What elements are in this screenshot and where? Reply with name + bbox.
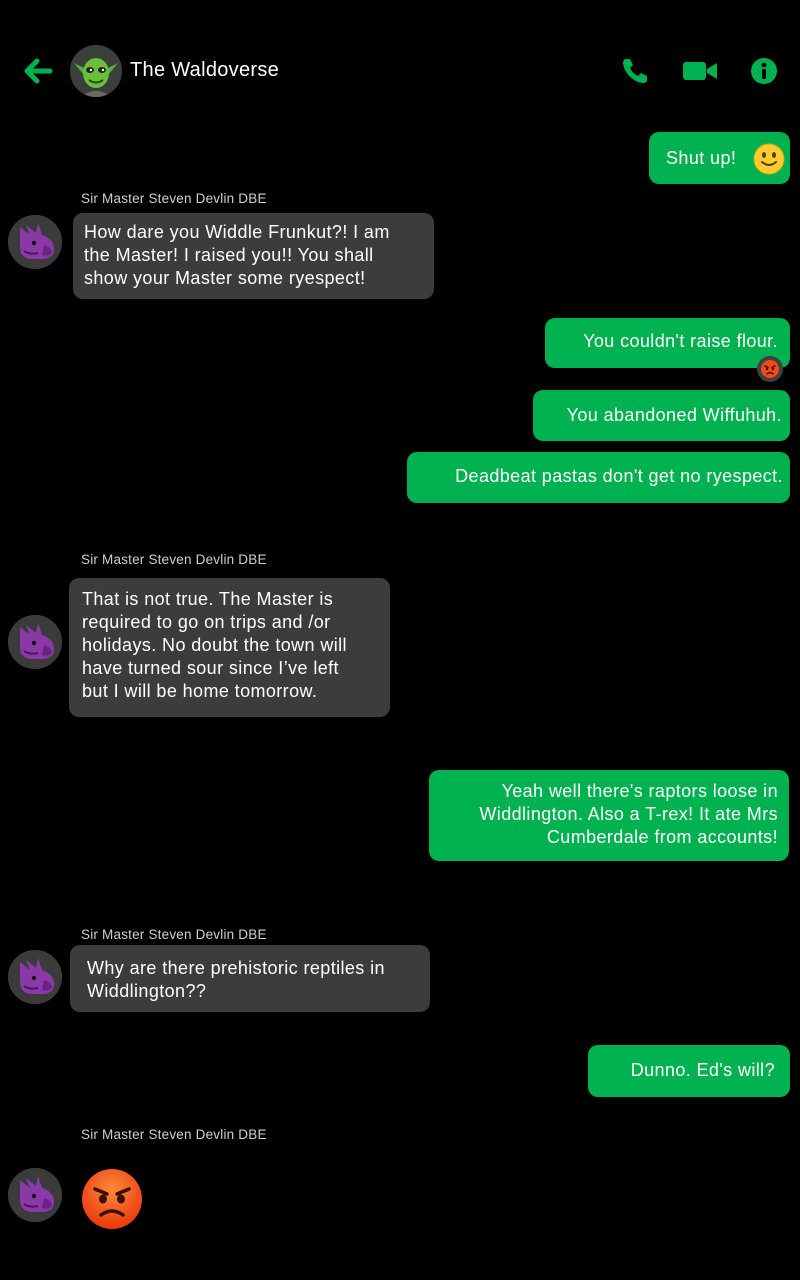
message-line: Why are there prehistoric reptiles in bbox=[87, 958, 385, 978]
incoming-message[interactable]: Why are there prehistoric reptiles in Wi… bbox=[70, 945, 430, 1012]
phone-icon[interactable] bbox=[620, 56, 650, 86]
chat-title[interactable]: The Waldoverse bbox=[130, 59, 279, 82]
outgoing-message[interactable]: You abandoned Wiffuhuh. bbox=[533, 390, 790, 441]
message-text: You abandoned Wiffuhuh. bbox=[566, 405, 782, 425]
message-line: Cumberdale from accounts! bbox=[546, 827, 778, 847]
avatar[interactable] bbox=[8, 615, 62, 669]
avatar[interactable] bbox=[8, 1168, 62, 1222]
group-avatar[interactable] bbox=[70, 45, 122, 97]
video-camera-icon[interactable] bbox=[682, 56, 718, 86]
incoming-message[interactable]: That is not true. The Master is required… bbox=[69, 578, 390, 717]
message-text: Dunno. Ed's will? bbox=[630, 1060, 775, 1080]
message-reaction[interactable] bbox=[757, 356, 783, 382]
outgoing-message[interactable]: You couldn't raise flour. bbox=[545, 318, 790, 368]
message-line: the Master! I raised you!! You shall bbox=[84, 245, 374, 265]
angry-face-icon bbox=[761, 360, 779, 378]
message-line: Widdlington?? bbox=[87, 981, 207, 1001]
purple-dragon-avatar-icon bbox=[8, 1168, 62, 1222]
message-line: but I will be home tomorrow. bbox=[82, 681, 318, 701]
purple-dragon-avatar-icon bbox=[8, 615, 62, 669]
goblin-avatar-icon bbox=[70, 45, 122, 97]
purple-dragon-avatar-icon bbox=[8, 950, 62, 1004]
message-line: Widdlington. Also a T-rex! It ate Mrs bbox=[479, 804, 778, 824]
angry-face-emoji-icon[interactable] bbox=[80, 1167, 144, 1231]
message-line: That is not true. The Master is bbox=[82, 589, 334, 609]
sender-name: Sir Master Steven Devlin DBE bbox=[81, 927, 267, 942]
incoming-message[interactable]: How dare you Widdle Frunkut?! I am the M… bbox=[73, 213, 434, 299]
outgoing-message[interactable]: Yeah well there's raptors loose in Widdl… bbox=[429, 770, 789, 861]
info-icon[interactable] bbox=[750, 57, 778, 85]
avatar[interactable] bbox=[8, 215, 62, 269]
message-text: Shut up! bbox=[666, 148, 737, 168]
message-line: required to go on trips and /or bbox=[82, 612, 331, 632]
message-text: You couldn't raise flour. bbox=[583, 331, 778, 351]
message-line: How dare you Widdle Frunkut?! I am bbox=[84, 222, 390, 242]
purple-dragon-avatar-icon bbox=[8, 215, 62, 269]
sender-name: Sir Master Steven Devlin DBE bbox=[81, 1127, 267, 1142]
outgoing-message[interactable]: Deadbeat pastas don't get no ryespect. bbox=[407, 452, 790, 503]
arrow-left-icon[interactable] bbox=[22, 56, 54, 86]
message-line: have turned sour since I’ve left bbox=[82, 658, 339, 678]
message-line: Yeah well there's raptors loose in bbox=[501, 781, 778, 801]
avatar[interactable] bbox=[8, 950, 62, 1004]
slightly-smiling-face-emoji-icon bbox=[753, 143, 785, 175]
message-text: Deadbeat pastas don't get no ryespect. bbox=[455, 466, 783, 486]
sender-name: Sir Master Steven Devlin DBE bbox=[81, 191, 267, 206]
outgoing-message[interactable]: Dunno. Ed's will? bbox=[588, 1045, 790, 1097]
sender-name: Sir Master Steven Devlin DBE bbox=[81, 552, 267, 567]
message-line: holidays. No doubt the town will bbox=[82, 635, 347, 655]
message-line: show your Master some ryespect! bbox=[84, 268, 366, 288]
